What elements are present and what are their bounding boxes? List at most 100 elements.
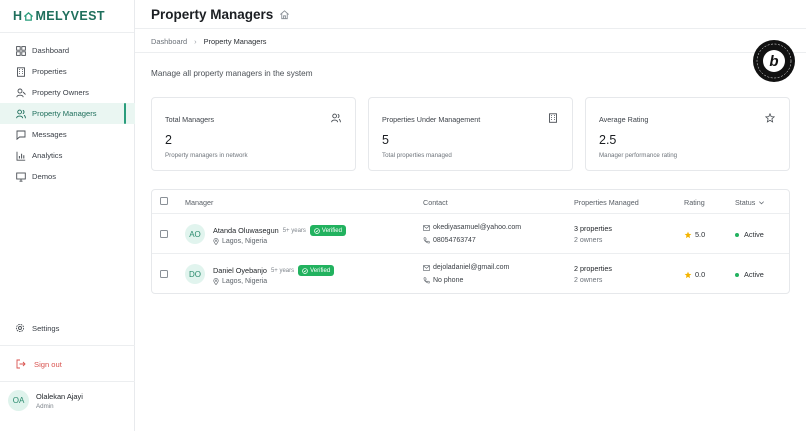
row-checkbox[interactable]: [160, 230, 168, 238]
status-text: Active: [744, 230, 764, 239]
user-name: Olalekan Ajayi: [36, 391, 83, 401]
chart-icon: [15, 150, 26, 161]
status-badge: Active: [735, 270, 764, 279]
users-icon: [331, 113, 342, 124]
message-icon: [15, 129, 26, 140]
sidebar-item-demos[interactable]: Demos: [0, 166, 135, 187]
contact-phone: No phone: [423, 277, 463, 284]
select-all-checkbox[interactable]: [160, 197, 168, 205]
phone-icon: [423, 277, 430, 284]
map-pin-icon: [213, 278, 219, 285]
page-subtitle: Manage all property managers in the syst…: [151, 69, 313, 78]
mail-icon: [423, 264, 430, 271]
page-header: Property Managers: [135, 0, 806, 29]
phone-icon: [423, 237, 430, 244]
building-icon: [15, 66, 26, 77]
stat-card-average-rating: Average Rating 2.5 Manager performance r…: [585, 97, 790, 171]
status-text: Active: [744, 270, 764, 279]
sidebar-item-dashboard[interactable]: Dashboard: [0, 40, 135, 61]
sign-out-label: Sign out: [34, 359, 62, 369]
phone-text: No phone: [433, 277, 464, 284]
phone-text: 08054763747: [433, 237, 476, 244]
status-dot: [735, 272, 739, 277]
column-header-properties[interactable]: Properties Managed: [574, 198, 639, 207]
home-icon: [279, 9, 290, 20]
sign-out-button[interactable]: Sign out: [0, 355, 135, 373]
user-role: Admin: [36, 402, 54, 410]
users-icon: [15, 108, 26, 119]
logo-word: MELYVEST: [35, 9, 105, 23]
column-header-rating[interactable]: Rating: [684, 198, 705, 207]
sidebar-item-label: Dashboard: [32, 46, 70, 55]
divider: [0, 381, 135, 382]
monitor-icon: [15, 171, 26, 182]
managers-table: Manager Contact Properties Managed Ratin…: [151, 189, 790, 294]
stats-cards: Total Managers 2 Property managers in ne…: [151, 97, 790, 171]
contact-phone[interactable]: 08054763747: [423, 237, 476, 244]
card-label: Properties Under Management: [382, 115, 481, 124]
map-pin-icon: [213, 238, 219, 245]
user-profile[interactable]: OA Olalekan Ajayi Admin: [8, 390, 83, 411]
owners-count: 2 owners: [574, 237, 603, 244]
manager-name[interactable]: Daniel Oyebanjo: [213, 266, 267, 275]
sidebar-item-properties[interactable]: Properties: [0, 61, 135, 82]
manager-name[interactable]: Atanda Oluwasegun: [213, 226, 279, 235]
manager-location: Lagos, Nigeria: [213, 278, 267, 285]
avatar: OA: [8, 390, 29, 411]
divider: [135, 52, 806, 53]
contact-email[interactable]: okediyasamuel@yahoo.com: [423, 224, 521, 231]
status-dot: [735, 232, 739, 237]
experience-years: 5+ years: [270, 267, 295, 274]
status-header-label: Status: [735, 198, 756, 207]
user-key-icon: [15, 87, 26, 98]
page-title: Property Managers: [151, 6, 274, 22]
manager-rating: 5.0: [684, 230, 705, 239]
avatar: DO: [185, 264, 205, 284]
star-icon: [765, 113, 776, 124]
gear-icon: [15, 323, 26, 334]
rating-value: 5.0: [695, 230, 706, 239]
row-checkbox[interactable]: [160, 270, 168, 278]
main-content: Property Managers Dashboard › Property M…: [135, 0, 806, 431]
sign-out-icon: [16, 359, 27, 370]
dashboard-icon: [15, 45, 26, 56]
sidebar-item-messages[interactable]: Messages: [0, 124, 135, 145]
sidebar-item-analytics[interactable]: Analytics: [0, 145, 135, 166]
email-text: dejoladaniel@gmail.com: [433, 264, 510, 271]
divider: [0, 345, 135, 346]
sidebar-item-label: Messages: [32, 130, 67, 139]
manager-name-line: Atanda Oluwasegun 5+ years Verified: [213, 225, 346, 236]
card-label: Total Managers: [165, 115, 215, 124]
sidebar: H MELYVEST Dashboard Properties Property…: [0, 0, 135, 431]
breadcrumb-home[interactable]: Dashboard: [151, 37, 187, 46]
column-header-contact[interactable]: Contact: [423, 198, 448, 207]
experience-years: 5+ years: [282, 227, 306, 234]
sidebar-item-label: Property Owners: [32, 88, 89, 97]
chevron-down-icon: [759, 201, 765, 205]
settings-label: Settings: [32, 324, 60, 333]
bolt-badge[interactable]: b: [753, 40, 795, 82]
breadcrumb-current: Property Managers: [203, 36, 267, 46]
sidebar-item-property-managers[interactable]: Property Managers: [0, 103, 135, 124]
location-text: Lagos, Nigeria: [222, 238, 268, 245]
building-icon: [548, 113, 559, 124]
column-header-status[interactable]: Status: [735, 198, 765, 207]
card-desc: Manager performance rating: [599, 152, 678, 159]
table-row[interactable]: AO Atanda Oluwasegun 5+ years Verified L…: [152, 214, 789, 254]
sidebar-item-property-owners[interactable]: Property Owners: [0, 82, 135, 103]
manager-location: Lagos, Nigeria: [213, 238, 267, 245]
card-value: 2.5: [599, 133, 617, 147]
verified-label: Verified: [321, 227, 342, 234]
location-text: Lagos, Nigeria: [222, 278, 268, 285]
column-header-manager[interactable]: Manager: [185, 198, 213, 207]
sidebar-item-settings[interactable]: Settings: [0, 318, 135, 339]
stat-card-properties-managed: Properties Under Management 5 Total prop…: [368, 97, 573, 171]
logo-letter: H: [13, 9, 23, 23]
contact-email[interactable]: dejoladaniel@gmail.com: [423, 264, 509, 271]
check-circle-icon: [302, 267, 308, 274]
manager-rating: 0.0: [684, 270, 705, 279]
house-logo-icon: [24, 11, 34, 21]
logo[interactable]: H MELYVEST: [0, 0, 134, 33]
table-row[interactable]: DO Daniel Oyebanjo 5+ years Verified Lag…: [152, 254, 789, 294]
email-text: okediyasamuel@yahoo.com: [433, 224, 522, 231]
